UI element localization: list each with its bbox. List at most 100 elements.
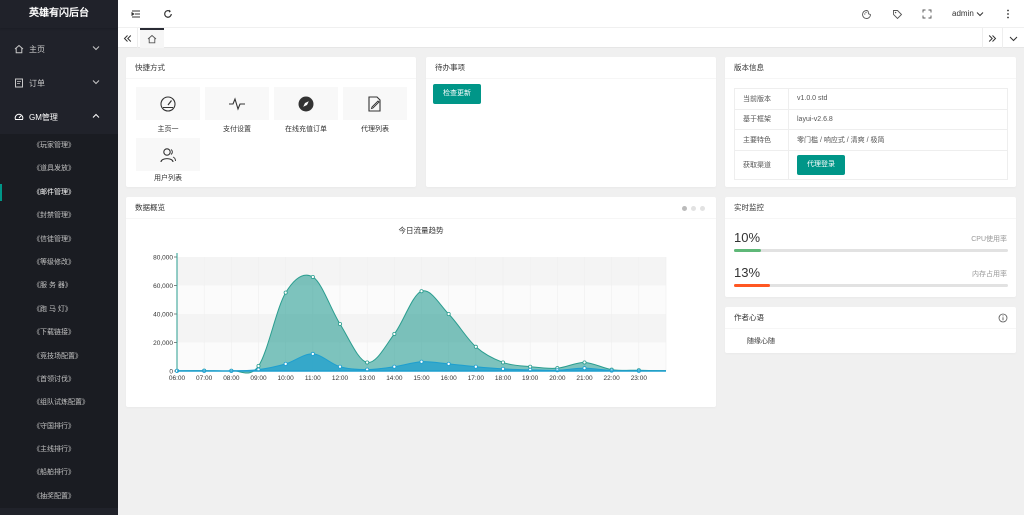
sidebar-item-gm[interactable]: GM管理 bbox=[0, 100, 118, 134]
chevron-down-icon bbox=[1009, 36, 1018, 41]
shortcut-label: 支付设置 bbox=[223, 126, 251, 133]
data-point bbox=[283, 361, 288, 366]
version-table: 当前版本 v1.0.0 std 基于框架 layui-v2.6.8 主要特色 零门槛 … bbox=[734, 88, 1008, 180]
fullscreen-icon[interactable] bbox=[921, 8, 933, 20]
data-point bbox=[365, 360, 370, 365]
data-point bbox=[392, 331, 397, 336]
tab-bar bbox=[118, 28, 1024, 48]
sidebar-subitem[interactable]: 《抽奖配置》 bbox=[0, 485, 118, 508]
shortcut-home-one[interactable] bbox=[136, 87, 200, 120]
tab-home[interactable] bbox=[140, 28, 164, 48]
shortcut-agent-list[interactable] bbox=[343, 87, 407, 120]
sidebar-subitem[interactable]: 《竞技场配置》 bbox=[0, 345, 118, 368]
data-point bbox=[419, 359, 424, 364]
sidebar-subitem[interactable]: 《跑 马 灯》 bbox=[0, 298, 118, 321]
sidebar-item-label: 订单 bbox=[29, 78, 45, 88]
sidebar-subitem[interactable]: 《封禁管理》 bbox=[0, 204, 118, 227]
shortcut-label: 代理列表 bbox=[361, 126, 389, 133]
sidebar-subitem[interactable]: 《首领讨伐》 bbox=[0, 368, 118, 391]
theme-icon[interactable] bbox=[860, 8, 872, 20]
shortcut-recharge-orders[interactable] bbox=[274, 87, 338, 120]
card-title: 版本信息 bbox=[725, 57, 1016, 79]
mem-value: 13% bbox=[734, 265, 761, 280]
data-point bbox=[446, 312, 451, 317]
sidebar-subitem[interactable]: 《邮件管理》 bbox=[0, 181, 118, 204]
sidebar-subitem[interactable]: 《等级修改》 bbox=[0, 251, 118, 274]
sidebar-subitem[interactable]: 《服 务 器》 bbox=[0, 274, 118, 297]
compass-icon bbox=[298, 96, 314, 111]
cpu-label: CPU使用率 bbox=[971, 236, 1007, 243]
edit-doc-icon bbox=[368, 95, 381, 112]
shortcut-label: 用户列表 bbox=[154, 175, 182, 182]
sidebar-subitem[interactable]: 《玩家管理》 bbox=[0, 134, 118, 157]
x-tick-label: 06:00 bbox=[169, 375, 186, 382]
data-point bbox=[528, 364, 533, 369]
tag-icon[interactable] bbox=[891, 8, 903, 20]
x-tick-label: 15:00 bbox=[413, 375, 430, 382]
tab-options-button[interactable] bbox=[1002, 28, 1024, 48]
version-key: 当前版本 bbox=[734, 88, 789, 110]
order-icon bbox=[14, 78, 24, 88]
chevron-down-icon bbox=[92, 80, 100, 85]
top-header: admin bbox=[118, 0, 1024, 28]
refresh-icon[interactable] bbox=[162, 8, 174, 20]
x-tick-label: 13:00 bbox=[359, 375, 376, 382]
sidebar-logo: 英雄有闪后台 bbox=[0, 0, 118, 28]
version-value-cell: 代理登录 bbox=[788, 149, 1008, 180]
sidebar-subitem[interactable]: 《道具发放》 bbox=[0, 157, 118, 180]
double-chevron-right-icon bbox=[988, 34, 997, 42]
version-key: 基于框架 bbox=[734, 108, 789, 130]
y-tick-label: 20,000 bbox=[153, 340, 173, 347]
data-point bbox=[473, 344, 478, 349]
x-tick-label: 22:00 bbox=[604, 375, 621, 382]
x-tick-label: 08:00 bbox=[223, 375, 240, 382]
data-point bbox=[582, 366, 587, 371]
sidebar: 英雄有闪后台 主页 订单 GM管理 《玩家管理》 《道具发放》 《邮件管理》 《封禁管… bbox=[0, 0, 118, 515]
x-tick-label: 09:00 bbox=[250, 375, 267, 382]
sidebar-item-label: 主页 bbox=[29, 44, 45, 54]
info-icon[interactable] bbox=[998, 313, 1008, 323]
data-point bbox=[256, 364, 261, 369]
sidebar-item-label: GM管理 bbox=[29, 112, 58, 122]
carousel-indicator bbox=[682, 206, 705, 211]
agent-login-button[interactable]: 代理登录 bbox=[797, 154, 845, 175]
shortcut-payment-settings[interactable] bbox=[205, 87, 269, 120]
data-point bbox=[337, 364, 342, 369]
card-title: 实时监控 bbox=[725, 197, 1016, 219]
sidebar-subitem[interactable]: 《船舶排行》 bbox=[0, 461, 118, 484]
tab-scroll-right-button[interactable] bbox=[982, 28, 1002, 48]
sidebar-subitem[interactable]: 《主线排行》 bbox=[0, 438, 118, 461]
data-point bbox=[337, 321, 342, 326]
x-tick-label: 11:00 bbox=[305, 375, 321, 382]
sidebar-subitem[interactable]: 《守国排行》 bbox=[0, 415, 118, 438]
tab-scroll-left-button[interactable] bbox=[118, 28, 138, 48]
traffic-chart: 今日流量趋势 020,00040,00060,00080,00006:00 07:… bbox=[153, 225, 667, 382]
table-row: 主要特色 零门槛 / 响应式 / 清爽 / 极简 bbox=[734, 129, 1008, 151]
carousel-dot[interactable] bbox=[700, 206, 705, 211]
carousel-dot[interactable] bbox=[691, 206, 696, 211]
menu-fold-icon[interactable] bbox=[130, 8, 142, 20]
cpu-value: 10% bbox=[734, 230, 761, 245]
user-menu[interactable]: admin bbox=[952, 9, 984, 18]
version-value: v1.0.0 std bbox=[788, 88, 1008, 110]
carousel-dot[interactable] bbox=[682, 206, 687, 211]
y-tick-label: 40,000 bbox=[153, 312, 173, 319]
x-tick-label: 19:00 bbox=[522, 375, 539, 382]
shortcut-user-list[interactable] bbox=[136, 138, 200, 171]
sidebar-subitem[interactable]: 《信徒管理》 bbox=[0, 228, 118, 251]
gauge-icon bbox=[160, 95, 176, 112]
sidebar-subitem[interactable]: 《下载链接》 bbox=[0, 321, 118, 344]
chart-title: 今日流量趋势 bbox=[399, 225, 444, 235]
sidebar-item-order[interactable]: 订单 bbox=[0, 66, 118, 100]
x-tick-label: 12:00 bbox=[332, 375, 349, 382]
table-row: 当前版本 v1.0.0 std bbox=[734, 88, 1008, 110]
more-icon[interactable] bbox=[1002, 8, 1014, 20]
check-update-button[interactable]: 检查更新 bbox=[433, 84, 481, 104]
sidebar-item-home[interactable]: 主页 bbox=[0, 32, 118, 66]
chevron-up-icon bbox=[92, 113, 100, 118]
data-point bbox=[500, 360, 505, 365]
x-tick-label: 21:00 bbox=[576, 375, 593, 382]
sidebar-subitem[interactable]: 《组队试炼配置》 bbox=[0, 391, 118, 414]
dashboard-icon bbox=[14, 112, 24, 122]
pulse-icon bbox=[229, 96, 245, 111]
